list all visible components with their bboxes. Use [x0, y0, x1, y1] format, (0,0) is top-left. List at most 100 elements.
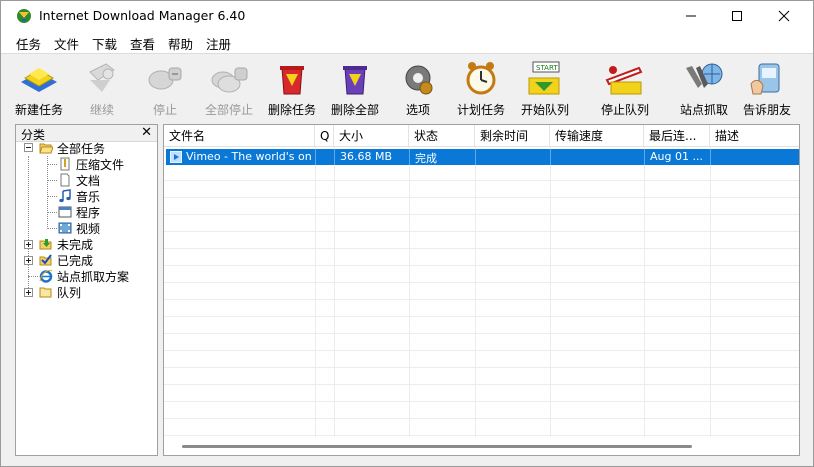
options-gear-icon [405, 65, 433, 95]
resume-button[interactable]: 继续 [73, 56, 131, 118]
stop-all-button[interactable]: 全部停止 [199, 56, 259, 118]
tree-connector [47, 156, 48, 229]
delete-task-button[interactable]: 删除任务 [263, 56, 321, 118]
site-grabber-label: 站点抓取 [679, 103, 728, 117]
cell-size: 36.68 MB [340, 150, 393, 163]
ie-browser-icon [39, 269, 53, 283]
start-queue-label: 开始队列 [520, 103, 569, 117]
expand-all-tasks-toggle[interactable] [24, 143, 33, 152]
stop-all-icon [211, 67, 248, 93]
menu-register[interactable]: 注册 [206, 34, 231, 53]
menu-view[interactable]: 查看 [130, 34, 155, 53]
scheduler-label: 计划任务 [456, 103, 505, 117]
tell-friend-button[interactable]: 告诉朋友 [739, 56, 795, 118]
empty-grid-row [164, 215, 799, 232]
stop-button[interactable]: 停止 [135, 56, 195, 118]
tree-connector [47, 228, 57, 229]
cell-status: 完成 [415, 152, 437, 165]
stop-queue-icon [605, 66, 643, 95]
menu-download[interactable]: 下载 [92, 34, 117, 53]
column-size[interactable]: 大小 [334, 125, 409, 147]
delete-task-icon [280, 66, 304, 95]
toolbar: 新建任务 继续 停止 全部停止 删除任务 删除全部 选项 计划任务 START … [1, 53, 813, 119]
site-grabber-icon [686, 63, 723, 88]
category-label: 文档 [76, 174, 101, 188]
start-queue-button[interactable]: START 开始队列 [515, 56, 575, 118]
menu-file[interactable]: 文件 [54, 34, 79, 53]
category-label: 已完成 [57, 254, 94, 268]
cell-separator [315, 149, 316, 165]
tree-connector [47, 196, 57, 197]
table-row[interactable]: Vimeo - The world's onl... 36.68 MB 完成 A… [166, 149, 799, 165]
svg-text:START: START [536, 64, 558, 72]
expand-finished-toggle[interactable] [24, 256, 33, 265]
tree-connector [47, 212, 57, 213]
column-queue[interactable]: Q [315, 125, 334, 147]
menu-bar: 任务 文件 下载 查看 帮助 注册 [1, 31, 813, 53]
column-description[interactable]: 描述 [710, 125, 799, 147]
expand-queues-toggle[interactable] [24, 288, 33, 297]
options-button[interactable]: 选项 [397, 56, 439, 118]
empty-grid-row [164, 249, 799, 266]
empty-grid-row [164, 266, 799, 283]
cell-filename: Vimeo - The world's onl... [186, 150, 312, 163]
category-label: 队列 [57, 286, 82, 300]
column-status[interactable]: 状态 [409, 125, 475, 147]
music-note-icon [59, 189, 71, 203]
empty-grid-row [164, 368, 799, 385]
menu-task[interactable]: 任务 [16, 34, 41, 53]
video-film-icon [58, 222, 72, 234]
maximize-button[interactable] [714, 1, 760, 31]
column-filename[interactable]: 文件名 [164, 125, 315, 147]
scheduler-button[interactable]: 计划任务 [453, 56, 509, 118]
expand-unfinished-toggle[interactable] [24, 240, 33, 249]
idm-app-icon [17, 9, 31, 23]
column-transfer-rate[interactable]: 传输速度 [550, 125, 644, 147]
minimize-icon [686, 15, 696, 17]
cell-separator [334, 149, 335, 165]
tell-friend-icon [750, 63, 780, 95]
empty-grid-row [164, 181, 799, 198]
list-header: 文件名 Q 大小 状态 剩余时间 传输速度 最后连... 描述 [164, 125, 799, 147]
cell-last-try: Aug 01 ... [650, 150, 703, 163]
empty-grid-row [164, 419, 799, 436]
resume-icon [89, 63, 115, 92]
delete-task-label: 删除任务 [267, 103, 316, 117]
menu-help[interactable]: 帮助 [168, 34, 193, 53]
empty-grid-row [164, 300, 799, 317]
category-close-icon[interactable]: ✕ [141, 125, 152, 140]
program-window-icon [58, 206, 72, 218]
empty-grid-row [164, 385, 799, 402]
new-task-label: 新建任务 [14, 103, 63, 117]
new-task-button[interactable]: 新建任务 [11, 56, 67, 118]
options-label: 选项 [405, 103, 430, 117]
category-label: 全部任务 [57, 142, 106, 156]
open-folder-icon [39, 143, 53, 154]
finished-check-icon [39, 254, 52, 266]
title-bar[interactable]: Internet Download Manager 6.40 [1, 1, 813, 31]
stop-queue-label: 停止队列 [600, 103, 649, 117]
empty-grid-row [164, 351, 799, 368]
video-file-icon [170, 151, 182, 163]
resume-label: 继续 [89, 103, 114, 117]
delete-all-button[interactable]: 删除全部 [326, 56, 384, 118]
close-button[interactable] [761, 1, 807, 31]
stop-queue-button[interactable]: 停止队列 [595, 56, 655, 118]
scrollbar-thumb[interactable] [182, 445, 692, 448]
site-grabber-button[interactable]: 站点抓取 [675, 56, 733, 118]
column-time-left[interactable]: 剩余时间 [475, 125, 550, 147]
archive-file-icon [60, 157, 70, 171]
empty-grid-row [164, 317, 799, 334]
column-last-try[interactable]: 最后连... [644, 125, 710, 147]
tell-friend-label: 告诉朋友 [742, 103, 791, 117]
category-label: 未完成 [57, 238, 94, 252]
empty-grid-row [164, 232, 799, 249]
horizontal-scrollbar[interactable] [164, 437, 799, 455]
delete-all-label: 删除全部 [330, 103, 379, 117]
cell-separator [475, 149, 476, 165]
cell-separator [710, 149, 711, 165]
category-label: 站点抓取方案 [57, 270, 130, 284]
minimize-button[interactable] [668, 1, 714, 31]
delete-all-icon [343, 66, 367, 95]
stop-icon [148, 67, 182, 90]
